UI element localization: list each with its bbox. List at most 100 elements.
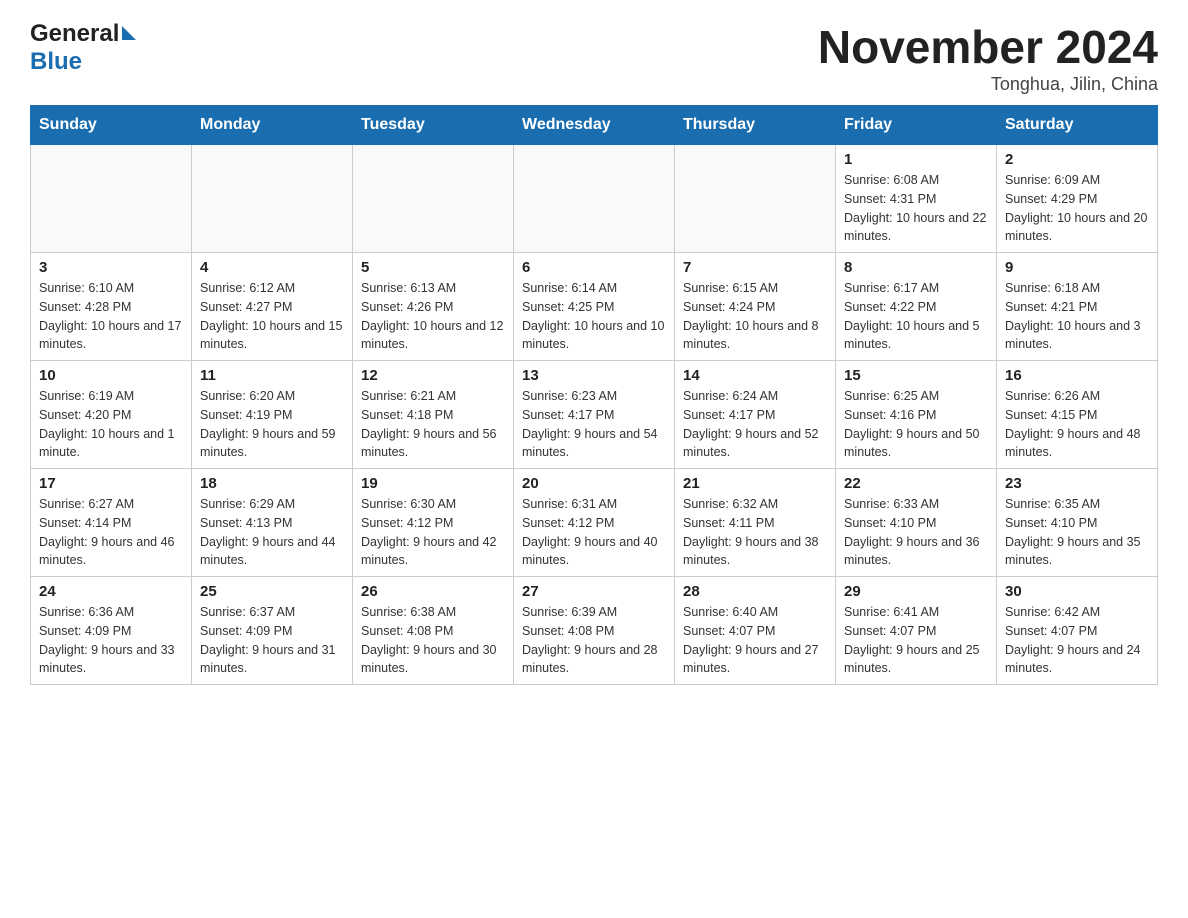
calendar-cell: 18 Sunrise: 6:29 AMSunset: 4:13 PMDayligh… bbox=[192, 469, 353, 577]
calendar-cell: 30 Sunrise: 6:42 AMSunset: 4:07 PMDayligh… bbox=[997, 577, 1158, 685]
day-info: Sunrise: 6:42 AMSunset: 4:07 PMDaylight:… bbox=[1005, 603, 1149, 678]
day-info: Sunrise: 6:29 AMSunset: 4:13 PMDaylight:… bbox=[200, 495, 344, 570]
day-info: Sunrise: 6:31 AMSunset: 4:12 PMDaylight:… bbox=[522, 495, 666, 570]
day-info: Sunrise: 6:24 AMSunset: 4:17 PMDaylight:… bbox=[683, 387, 827, 462]
logo-triangle-icon bbox=[122, 26, 136, 40]
calendar-cell: 15 Sunrise: 6:25 AMSunset: 4:16 PMDayligh… bbox=[836, 361, 997, 469]
day-info: Sunrise: 6:32 AMSunset: 4:11 PMDaylight:… bbox=[683, 495, 827, 570]
weekday-header-saturday: Saturday bbox=[997, 106, 1158, 145]
day-number: 20 bbox=[522, 475, 666, 492]
title-section: November 2024 Tonghua, Jilin, China bbox=[818, 20, 1158, 95]
calendar-cell: 20 Sunrise: 6:31 AMSunset: 4:12 PMDayligh… bbox=[514, 469, 675, 577]
calendar-cell: 10 Sunrise: 6:19 AMSunset: 4:20 PMDayligh… bbox=[31, 361, 192, 469]
day-number: 3 bbox=[39, 259, 183, 276]
location: Tonghua, Jilin, China bbox=[818, 74, 1158, 95]
calendar-cell bbox=[514, 145, 675, 253]
day-number: 30 bbox=[1005, 583, 1149, 600]
calendar-week-4: 17Sunrise: 6:27 AMSunset: 4:14 PMDayligh… bbox=[31, 469, 1158, 577]
calendar-cell bbox=[192, 145, 353, 253]
calendar-cell: 14 Sunrise: 6:24 AMSunset: 4:17 PMDayligh… bbox=[675, 361, 836, 469]
calendar-cell bbox=[31, 145, 192, 253]
day-info: Sunrise: 6:12 AMSunset: 4:27 PMDaylight:… bbox=[200, 279, 344, 354]
day-number: 17 bbox=[39, 475, 183, 492]
calendar-week-3: 10 Sunrise: 6:19 AMSunset: 4:20 PMDayligh… bbox=[31, 361, 1158, 469]
day-number: 7 bbox=[683, 259, 827, 276]
calendar-cell: 26 Sunrise: 6:38 AMSunset: 4:08 PMDayligh… bbox=[353, 577, 514, 685]
weekday-header-sunday: Sunday bbox=[31, 106, 192, 145]
day-number: 15 bbox=[844, 367, 988, 384]
day-number: 2 bbox=[1005, 151, 1149, 168]
calendar-cell bbox=[353, 145, 514, 253]
logo-blue: Blue bbox=[30, 48, 82, 75]
day-number: 18 bbox=[200, 475, 344, 492]
calendar-cell: 7 Sunrise: 6:15 AMSunset: 4:24 PMDaylight… bbox=[675, 253, 836, 361]
calendar-cell: 28 Sunrise: 6:40 AMSunset: 4:07 PMDayligh… bbox=[675, 577, 836, 685]
day-number: 9 bbox=[1005, 259, 1149, 276]
day-info: Sunrise: 6:15 AMSunset: 4:24 PMDaylight:… bbox=[683, 279, 827, 354]
day-info: Sunrise: 6:30 AMSunset: 4:12 PMDaylight:… bbox=[361, 495, 505, 570]
day-info: Sunrise: 6:23 AMSunset: 4:17 PMDaylight:… bbox=[522, 387, 666, 462]
day-number: 13 bbox=[522, 367, 666, 384]
logo-general: General bbox=[30, 20, 119, 48]
calendar-cell: 9 Sunrise: 6:18 AMSunset: 4:21 PMDaylight… bbox=[997, 253, 1158, 361]
calendar-cell: 12 Sunrise: 6:21 AMSunset: 4:18 PMDayligh… bbox=[353, 361, 514, 469]
day-info: Sunrise: 6:36 AMSunset: 4:09 PMDaylight:… bbox=[39, 603, 183, 678]
day-number: 12 bbox=[361, 367, 505, 384]
weekday-header-thursday: Thursday bbox=[675, 106, 836, 145]
day-info: Sunrise: 6:39 AMSunset: 4:08 PMDaylight:… bbox=[522, 603, 666, 678]
day-number: 21 bbox=[683, 475, 827, 492]
day-number: 6 bbox=[522, 259, 666, 276]
day-number: 8 bbox=[844, 259, 988, 276]
day-info: Sunrise: 6:38 AMSunset: 4:08 PMDaylight:… bbox=[361, 603, 505, 678]
day-number: 22 bbox=[844, 475, 988, 492]
day-info: Sunrise: 6:19 AMSunset: 4:20 PMDaylight:… bbox=[39, 387, 183, 462]
day-info: Sunrise: 6:13 AMSunset: 4:26 PMDaylight:… bbox=[361, 279, 505, 354]
calendar-cell: 3 Sunrise: 6:10 AMSunset: 4:28 PMDaylight… bbox=[31, 253, 192, 361]
day-number: 19 bbox=[361, 475, 505, 492]
day-number: 5 bbox=[361, 259, 505, 276]
calendar-cell: 2 Sunrise: 6:09 AMSunset: 4:29 PMDaylight… bbox=[997, 145, 1158, 253]
calendar-cell: 11 Sunrise: 6:20 AMSunset: 4:19 PMDayligh… bbox=[192, 361, 353, 469]
weekday-header-monday: Monday bbox=[192, 106, 353, 145]
day-number: 28 bbox=[683, 583, 827, 600]
calendar-cell: 4Sunrise: 6:12 AMSunset: 4:27 PMDaylight… bbox=[192, 253, 353, 361]
calendar-cell: 16 Sunrise: 6:26 AMSunset: 4:15 PMDayligh… bbox=[997, 361, 1158, 469]
day-info: Sunrise: 6:25 AMSunset: 4:16 PMDaylight:… bbox=[844, 387, 988, 462]
day-info: Sunrise: 6:21 AMSunset: 4:18 PMDaylight:… bbox=[361, 387, 505, 462]
calendar-cell: 6 Sunrise: 6:14 AMSunset: 4:25 PMDaylight… bbox=[514, 253, 675, 361]
day-info: Sunrise: 6:40 AMSunset: 4:07 PMDaylight:… bbox=[683, 603, 827, 678]
day-info: Sunrise: 6:26 AMSunset: 4:15 PMDaylight:… bbox=[1005, 387, 1149, 462]
day-info: Sunrise: 6:20 AMSunset: 4:19 PMDaylight:… bbox=[200, 387, 344, 462]
calendar-cell: 8 Sunrise: 6:17 AMSunset: 4:22 PMDaylight… bbox=[836, 253, 997, 361]
day-info: Sunrise: 6:37 AMSunset: 4:09 PMDaylight:… bbox=[200, 603, 344, 678]
day-info: Sunrise: 6:09 AMSunset: 4:29 PMDaylight:… bbox=[1005, 171, 1149, 246]
day-info: Sunrise: 6:08 AMSunset: 4:31 PMDaylight:… bbox=[844, 171, 988, 246]
day-number: 11 bbox=[200, 367, 344, 384]
weekday-header-friday: Friday bbox=[836, 106, 997, 145]
calendar-cell: 23Sunrise: 6:35 AMSunset: 4:10 PMDayligh… bbox=[997, 469, 1158, 577]
day-number: 10 bbox=[39, 367, 183, 384]
calendar-cell: 24Sunrise: 6:36 AMSunset: 4:09 PMDayligh… bbox=[31, 577, 192, 685]
day-info: Sunrise: 6:10 AMSunset: 4:28 PMDaylight:… bbox=[39, 279, 183, 354]
calendar-cell: 19 Sunrise: 6:30 AMSunset: 4:12 PMDayligh… bbox=[353, 469, 514, 577]
calendar-cell: 1 Sunrise: 6:08 AMSunset: 4:31 PMDaylight… bbox=[836, 145, 997, 253]
calendar-cell bbox=[675, 145, 836, 253]
day-number: 14 bbox=[683, 367, 827, 384]
weekday-header-tuesday: Tuesday bbox=[353, 106, 514, 145]
day-info: Sunrise: 6:14 AMSunset: 4:25 PMDaylight:… bbox=[522, 279, 666, 354]
day-info: Sunrise: 6:17 AMSunset: 4:22 PMDaylight:… bbox=[844, 279, 988, 354]
day-info: Sunrise: 6:33 AMSunset: 4:10 PMDaylight:… bbox=[844, 495, 988, 570]
day-info: Sunrise: 6:18 AMSunset: 4:21 PMDaylight:… bbox=[1005, 279, 1149, 354]
calendar-cell: 13 Sunrise: 6:23 AMSunset: 4:17 PMDayligh… bbox=[514, 361, 675, 469]
calendar-cell: 29Sunrise: 6:41 AMSunset: 4:07 PMDayligh… bbox=[836, 577, 997, 685]
day-number: 1 bbox=[844, 151, 988, 168]
month-title: November 2024 bbox=[818, 20, 1158, 74]
calendar-cell: 5 Sunrise: 6:13 AMSunset: 4:26 PMDaylight… bbox=[353, 253, 514, 361]
logo: General Blue bbox=[30, 20, 136, 76]
day-number: 27 bbox=[522, 583, 666, 600]
day-number: 16 bbox=[1005, 367, 1149, 384]
day-number: 26 bbox=[361, 583, 505, 600]
calendar-cell: 27 Sunrise: 6:39 AMSunset: 4:08 PMDayligh… bbox=[514, 577, 675, 685]
day-number: 25 bbox=[200, 583, 344, 600]
calendar-week-5: 24Sunrise: 6:36 AMSunset: 4:09 PMDayligh… bbox=[31, 577, 1158, 685]
